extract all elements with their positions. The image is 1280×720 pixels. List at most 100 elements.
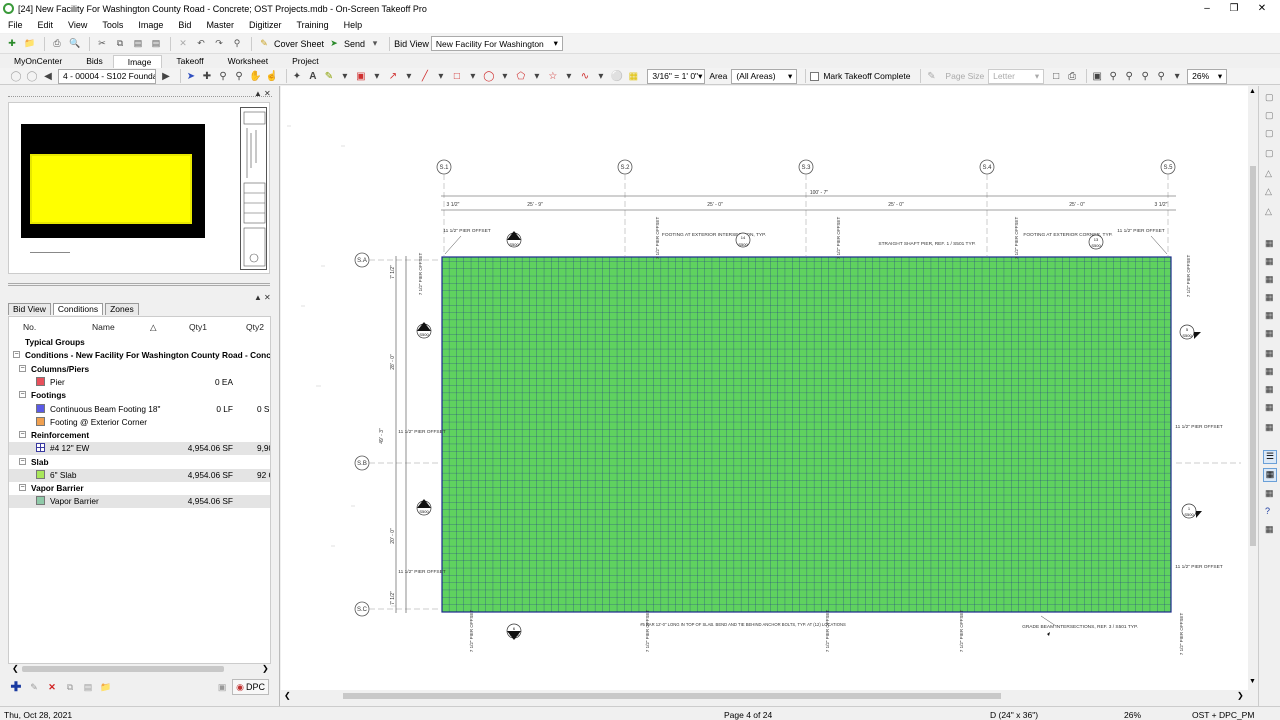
panel-icon[interactable]: ▢ bbox=[1265, 128, 1274, 139]
scroll-up-icon[interactable]: ▲ bbox=[1249, 88, 1256, 95]
tab-bid-view[interactable]: Bid View bbox=[8, 303, 51, 315]
copy-condition-icon[interactable]: ⧉ bbox=[62, 679, 78, 695]
send-dropdown-icon[interactable]: ▾ bbox=[367, 36, 383, 52]
zoom-in-icon[interactable]: ⚲ bbox=[1107, 69, 1119, 83]
table-row[interactable]: Footing @ Exterior Corner bbox=[9, 416, 270, 429]
page-select[interactable]: 4 - 00004 - S102 Founda ▾ bbox=[58, 68, 156, 84]
list-view-icon[interactable]: ☰ bbox=[1263, 450, 1277, 464]
next-page-icon[interactable]: ▶ bbox=[160, 69, 172, 83]
zoom-page-icon[interactable]: ⚲ bbox=[1155, 69, 1167, 83]
panel-icon[interactable]: ▢ bbox=[1265, 148, 1274, 159]
collapse-icon[interactable]: − bbox=[13, 351, 20, 358]
group-row[interactable]: − Vapor Barrier bbox=[9, 482, 270, 495]
ellipse-icon[interactable]: ◯ bbox=[483, 69, 495, 83]
help-icon[interactable]: ? bbox=[1265, 506, 1270, 516]
tool-icon[interactable]: ▦ bbox=[1265, 524, 1274, 535]
tool-icon[interactable]: ▦ bbox=[1265, 366, 1274, 377]
freehand-icon[interactable]: ∿ bbox=[579, 69, 591, 83]
zoom-width-icon[interactable]: ⚲ bbox=[1139, 69, 1151, 83]
tool-icon[interactable]: ▦ bbox=[1265, 238, 1274, 249]
menu-bid[interactable]: Bid bbox=[178, 20, 191, 30]
bid-view-select[interactable]: New Facility For Washington ▾ bbox=[430, 36, 563, 51]
collapse-icon[interactable]: − bbox=[19, 431, 26, 438]
edit-condition-icon[interactable]: ✎ bbox=[26, 679, 42, 695]
table-row[interactable]: Continuous Beam Footing 18" 0 LF 0 SF bbox=[9, 403, 270, 416]
slab-takeoff-area[interactable] bbox=[441, 256, 1172, 613]
splitter[interactable] bbox=[8, 283, 270, 286]
dropdown-icon[interactable]: ▾ bbox=[595, 69, 607, 83]
column-qty1[interactable]: Qty1 bbox=[189, 322, 207, 332]
tool-icon[interactable]: ▦ bbox=[1265, 402, 1274, 413]
minimize-button[interactable]: – bbox=[1193, 0, 1221, 17]
tab-project-express[interactable]: Project Express bbox=[278, 55, 333, 78]
pan-icon[interactable]: ✋ bbox=[249, 69, 261, 83]
dropdown-icon[interactable]: ▾ bbox=[531, 69, 543, 83]
select-pointer-icon[interactable]: ➤ bbox=[185, 69, 197, 83]
back-icon[interactable]: ◯ bbox=[10, 69, 22, 83]
dpc-button[interactable]: ◉ DPC bbox=[232, 679, 269, 695]
cover-sheet-icon[interactable]: ✎ bbox=[256, 36, 272, 52]
highlight-box-icon[interactable]: ▦ bbox=[627, 69, 639, 83]
scroll-left-icon[interactable]: ❮ bbox=[12, 664, 19, 673]
highlighter-icon[interactable]: ✎ bbox=[323, 69, 335, 83]
menu-master[interactable]: Master bbox=[206, 20, 234, 30]
paste-condition-icon[interactable]: ▤ bbox=[80, 679, 96, 695]
search-icon[interactable]: ⚲ bbox=[229, 36, 245, 52]
dropdown-icon[interactable]: ▾ bbox=[499, 69, 511, 83]
tool-icon[interactable]: ▦ bbox=[1265, 274, 1274, 285]
scroll-left-icon[interactable]: ❮ bbox=[284, 691, 291, 700]
stamp-icon[interactable]: ▣ bbox=[355, 69, 367, 83]
scroll-thumb[interactable] bbox=[343, 693, 1001, 699]
arrow-icon[interactable]: ↗ bbox=[387, 69, 399, 83]
tool-icon[interactable]: ▦ bbox=[1265, 422, 1274, 433]
send-icon[interactable]: ➤ bbox=[326, 36, 342, 52]
print-page-icon[interactable]: ⎙ bbox=[1066, 69, 1078, 83]
maximize-button[interactable]: ❐ bbox=[1220, 0, 1248, 17]
tool-icon[interactable]: ▦ bbox=[1265, 384, 1274, 395]
open-folder-icon[interactable]: 📁 bbox=[22, 36, 38, 52]
group-row[interactable]: − Slab bbox=[9, 456, 270, 469]
collapse-icon[interactable]: − bbox=[19, 365, 26, 372]
tab-worksheet[interactable]: Worksheet bbox=[214, 55, 278, 68]
tab-bids[interactable]: Bids bbox=[72, 55, 113, 68]
tab-image[interactable]: Image bbox=[112, 55, 163, 68]
scroll-down-icon[interactable]: ▼ bbox=[1249, 678, 1256, 685]
copy-icon[interactable]: ⧉ bbox=[112, 36, 128, 52]
list-item[interactable]: − Conditions - New Facility For Washingt… bbox=[9, 349, 270, 362]
lock-icon[interactable]: ▣ bbox=[214, 679, 230, 695]
menu-file[interactable]: File bbox=[8, 20, 23, 30]
menu-training[interactable]: Training bbox=[296, 20, 328, 30]
menu-help[interactable]: Help bbox=[344, 20, 363, 30]
collapse-icon[interactable]: − bbox=[19, 484, 26, 491]
cover-sheet-button[interactable]: Cover Sheet bbox=[274, 36, 324, 52]
page-icon[interactable]: □ bbox=[1050, 69, 1062, 83]
forward-icon[interactable]: ◯ bbox=[26, 69, 38, 83]
table-row[interactable]: Pier 0 EA bbox=[9, 376, 270, 389]
pin-icon[interactable]: ▲ bbox=[254, 293, 262, 302]
cloud-icon[interactable]: ☆ bbox=[547, 69, 559, 83]
menu-view[interactable]: View bbox=[68, 20, 87, 30]
folder-icon[interactable]: 📁 bbox=[98, 679, 114, 695]
canvas-horizontal-scrollbar[interactable]: ❮ ❯ bbox=[281, 690, 1248, 702]
group-row[interactable]: − Footings bbox=[9, 389, 270, 402]
page-size-select[interactable]: Letter ▾ bbox=[988, 68, 1045, 84]
scroll-thumb[interactable] bbox=[22, 666, 224, 672]
panel-icon[interactable]: ▢ bbox=[1265, 110, 1274, 121]
page-size-icon[interactable]: ✎ bbox=[925, 69, 937, 83]
tab-conditions[interactable]: Conditions bbox=[52, 303, 104, 315]
collapse-icon[interactable]: − bbox=[19, 458, 26, 465]
group-row[interactable]: − Columns/Piers bbox=[9, 363, 270, 376]
tool-icon[interactable]: ▦ bbox=[1265, 328, 1274, 339]
list-item[interactable]: Typical Groups bbox=[9, 336, 270, 349]
add-condition-icon[interactable]: ✚ bbox=[8, 679, 24, 695]
mark-complete-checkbox[interactable] bbox=[810, 71, 820, 81]
text-icon[interactable]: A bbox=[307, 69, 319, 83]
scroll-right-icon[interactable]: ❯ bbox=[262, 664, 269, 673]
callout-icon[interactable]: ⚪ bbox=[611, 69, 623, 83]
scale-select[interactable]: 3/16" = 1' 0" ▾ bbox=[647, 68, 706, 84]
area-select[interactable]: (All Areas) ▾ bbox=[731, 68, 798, 84]
redo-icon[interactable]: ↷ bbox=[211, 36, 227, 52]
line-icon[interactable]: ╱ bbox=[419, 69, 431, 83]
close-button[interactable]: ✕ bbox=[1248, 0, 1276, 17]
collapse-icon[interactable]: − bbox=[19, 391, 26, 398]
